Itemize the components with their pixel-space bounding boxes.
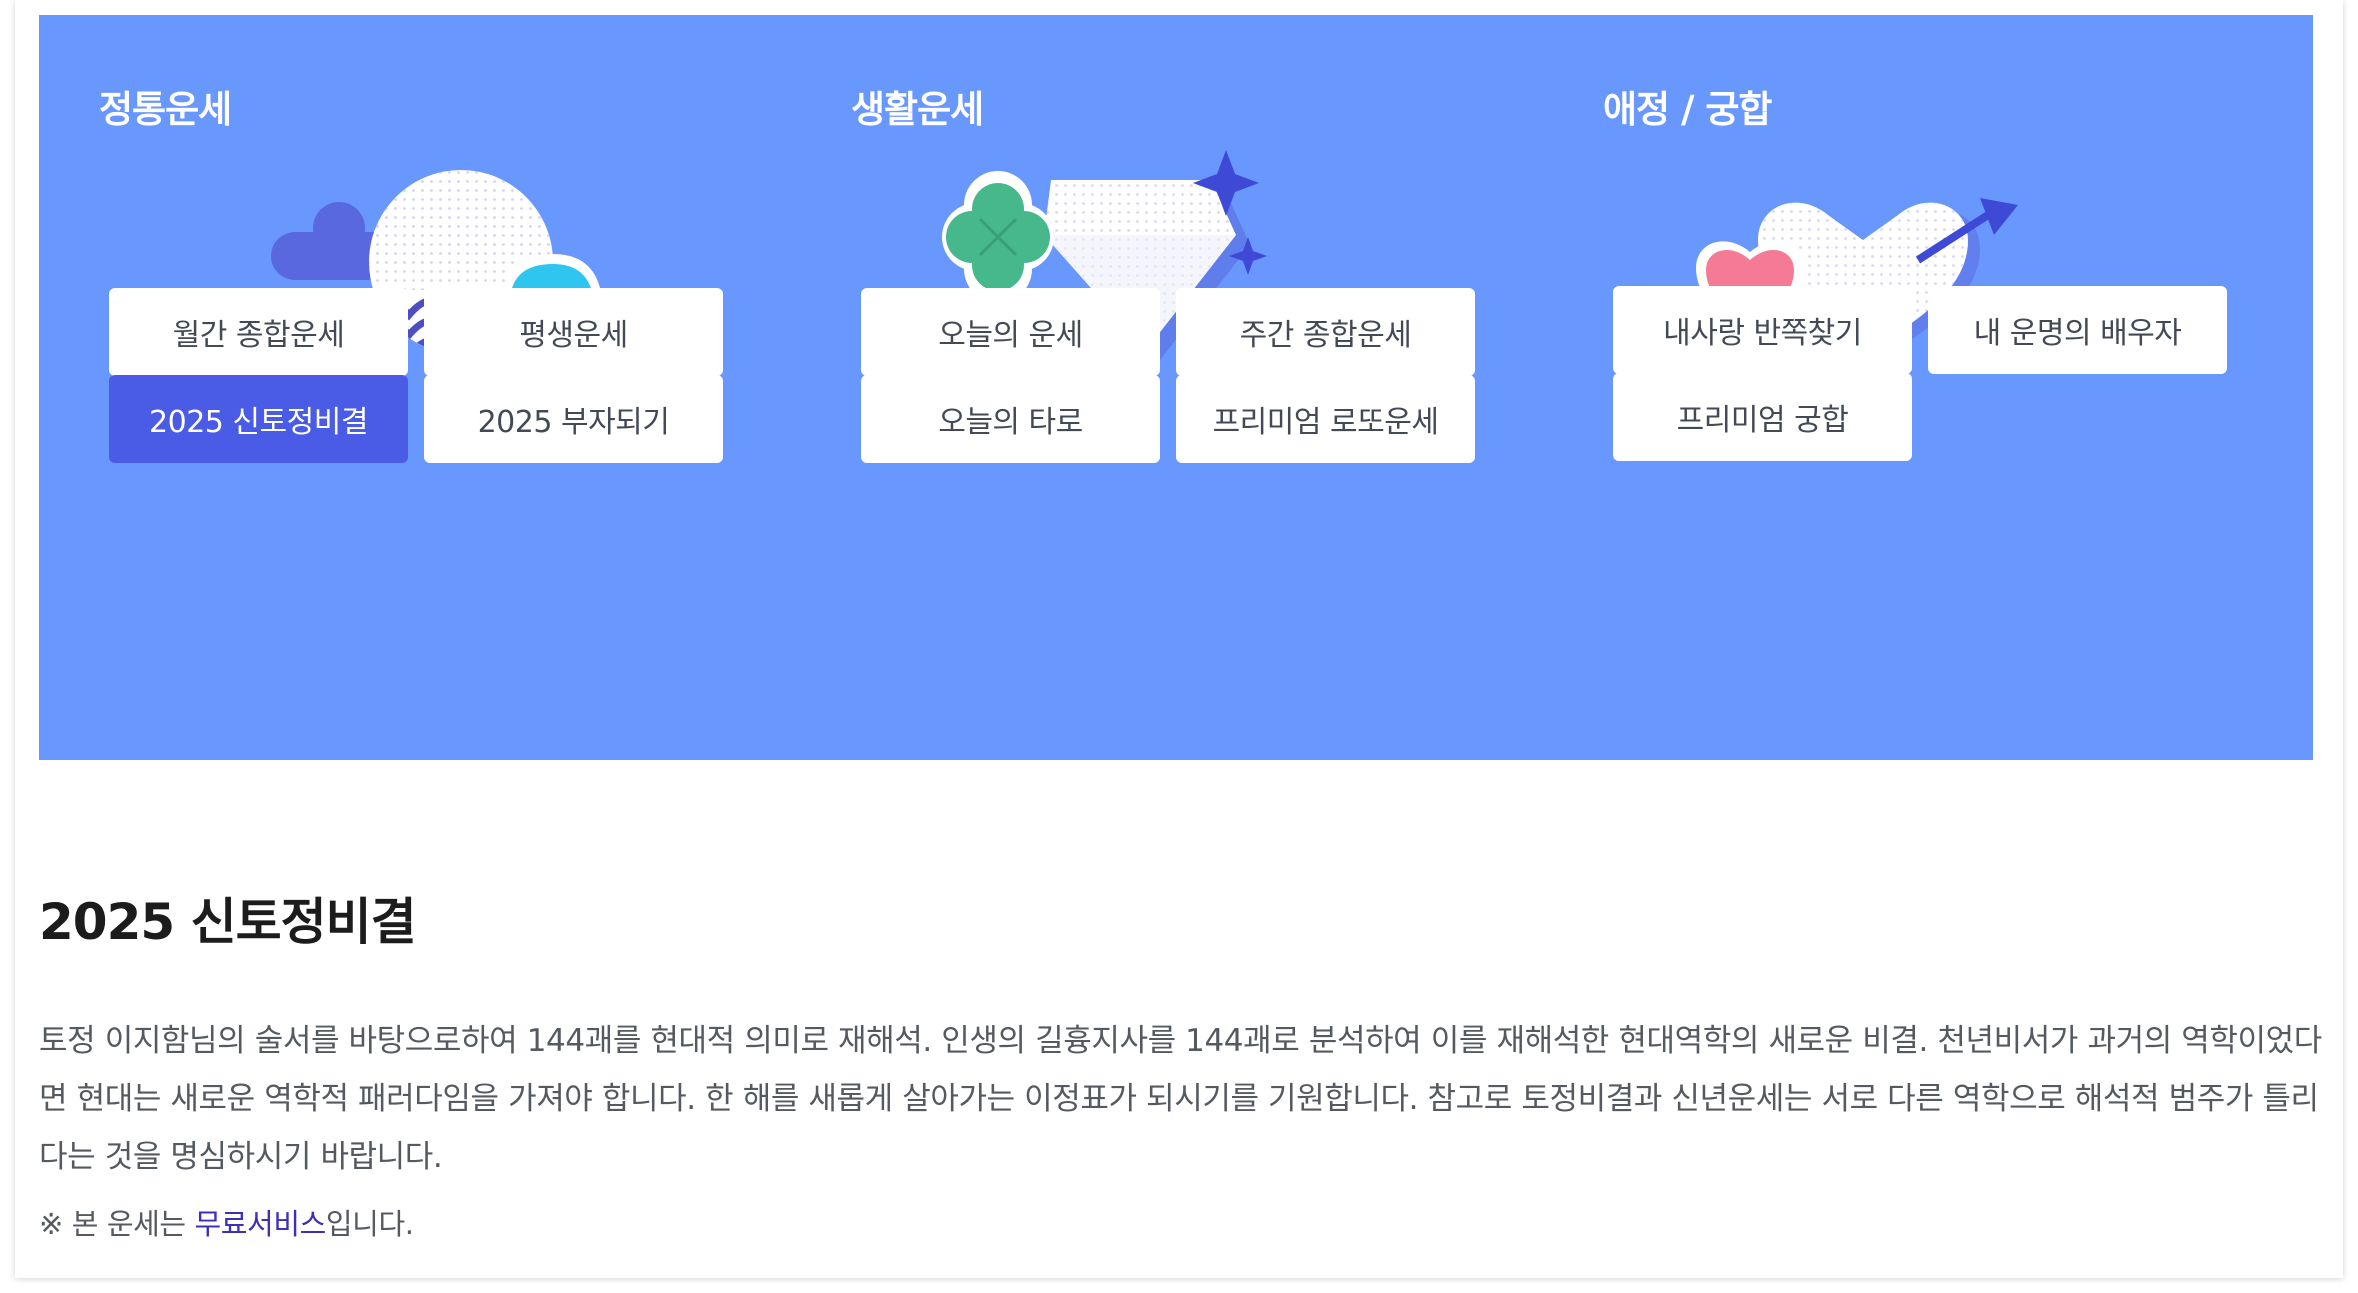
category-button[interactable]: 월간 종합운세 bbox=[109, 288, 408, 376]
category-column-love: 애정 / 궁합 내사랑 반쪽찾기 내 운명의 배우자 프리미엄 궁합 bbox=[1543, 15, 2263, 760]
category-title: 생활운세 bbox=[851, 88, 984, 131]
category-button-active[interactable]: 2025 신토정비결 bbox=[109, 375, 408, 463]
category-column-life: 생활운세 오늘의 운세 주간 종합운세 오늘의 타로 프리미엄 로또운세 bbox=[791, 15, 1511, 760]
free-service-link[interactable]: 무료서비스 bbox=[194, 1207, 326, 1241]
category-button[interactable]: 평생운세 bbox=[424, 288, 723, 376]
category-button[interactable]: 주간 종합운세 bbox=[1176, 288, 1475, 376]
note-suffix: 입니다. bbox=[325, 1207, 414, 1241]
category-button[interactable]: 2025 부자되기 bbox=[424, 375, 723, 463]
category-button[interactable]: 오늘의 타로 bbox=[861, 375, 1160, 463]
category-column-traditional: 정통운세 월간 종합운세 평생운세 2025 신토정비결 2025 부자되기 bbox=[39, 15, 759, 760]
fortune-detail-title: 2025 신토정비결 bbox=[39, 893, 417, 951]
category-button[interactable]: 프리미엄 로또운세 bbox=[1176, 375, 1475, 463]
fortune-description: 토정 이지함님의 술서를 바탕으로하여 144괘를 현대적 의미로 재해석. 인… bbox=[39, 1023, 2322, 1175]
fortune-category-banner: 정통운세 월간 종합운세 평생운세 2025 신토정비결 2025 부자되기 생… bbox=[39, 15, 2313, 760]
category-title: 애정 / 궁합 bbox=[1603, 88, 1772, 131]
note-prefix: ※ 본 운세는 bbox=[39, 1207, 195, 1241]
category-button[interactable]: 내사랑 반쪽찾기 bbox=[1613, 286, 1912, 374]
category-button[interactable]: 내 운명의 배우자 bbox=[1928, 286, 2227, 374]
category-button[interactable]: 오늘의 운세 bbox=[861, 288, 1160, 376]
category-button[interactable]: 프리미엄 궁합 bbox=[1613, 373, 1912, 461]
category-title: 정통운세 bbox=[99, 88, 232, 131]
service-note: ※ 본 운세는 무료서비스입니다. bbox=[39, 1201, 414, 1243]
